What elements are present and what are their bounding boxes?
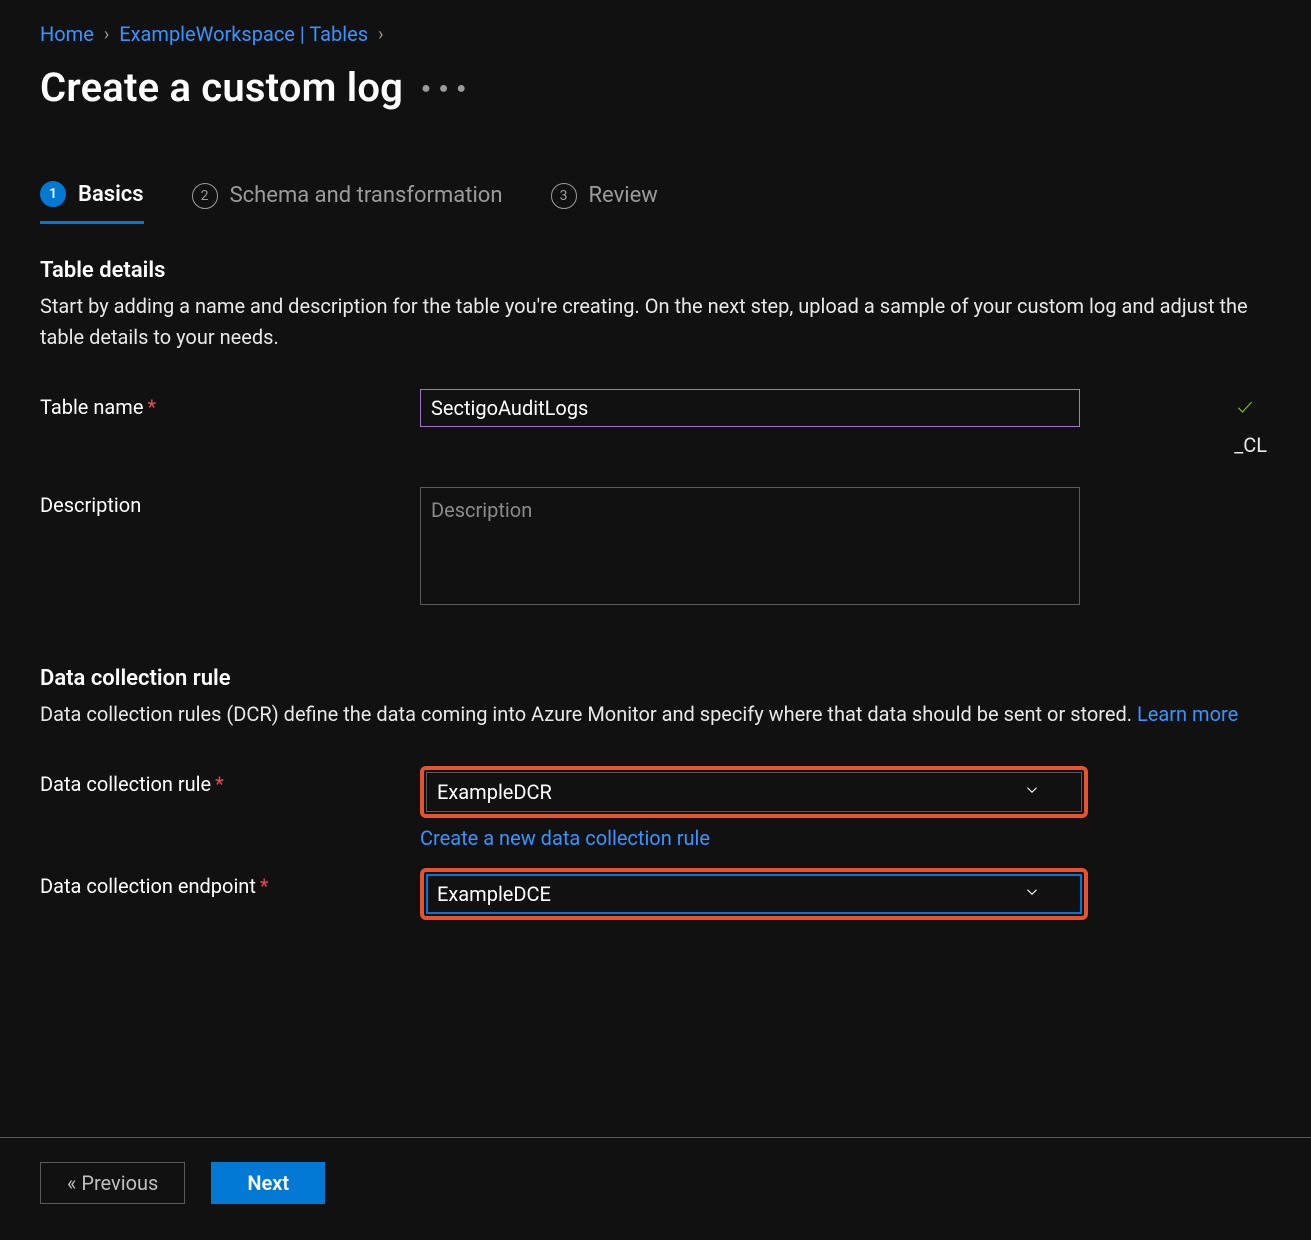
dce-select[interactable]: ExampleDCE — [426, 874, 1082, 914]
previous-button[interactable]: « Previous — [40, 1162, 185, 1204]
check-icon — [1235, 397, 1255, 422]
tab-review[interactable]: 3 Review — [551, 183, 658, 223]
breadcrumb-workspace[interactable]: ExampleWorkspace | Tables — [119, 22, 368, 46]
section-heading: Table details — [40, 258, 1271, 283]
tab-label: Schema and transformation — [230, 183, 503, 208]
section-heading: Data collection rule — [40, 666, 1271, 691]
tab-label: Basics — [78, 182, 144, 207]
highlight-box: ExampleDCE — [420, 868, 1088, 920]
label-dcr: Data collection rule* — [40, 766, 420, 796]
more-icon[interactable]: ● ● ● — [421, 78, 468, 98]
chevron-down-icon — [1023, 780, 1041, 804]
label-table-name: Table name* — [40, 389, 420, 419]
step-badge: 3 — [551, 183, 577, 209]
page-title: Create a custom log — [40, 64, 403, 111]
dcr-select[interactable]: ExampleDCR — [426, 772, 1082, 812]
step-badge: 2 — [192, 183, 218, 209]
required-asterisk: * — [147, 395, 156, 419]
section-description: Start by adding a name and description f… — [40, 291, 1271, 353]
label-description: Description — [40, 487, 420, 517]
table-name-suffix: _CL — [1234, 433, 1267, 457]
dce-select-value: ExampleDCE — [437, 882, 551, 906]
description-input[interactable] — [420, 487, 1080, 605]
section-data-collection-rule: Data collection rule Data collection rul… — [40, 666, 1271, 920]
create-new-dcr-link[interactable]: Create a new data collection rule — [420, 826, 710, 850]
section-table-details: Table details Start by adding a name and… — [40, 258, 1271, 610]
section-description: Data collection rules (DCR) define the d… — [40, 699, 1271, 730]
tab-schema[interactable]: 2 Schema and transformation — [192, 183, 503, 223]
wizard-tabs: 1 Basics 2 Schema and transformation 3 R… — [40, 181, 1271, 224]
chevron-right-icon: › — [104, 24, 109, 45]
dcr-select-value: ExampleDCR — [437, 780, 552, 804]
learn-more-link[interactable]: Learn more — [1137, 702, 1238, 726]
next-button[interactable]: Next — [211, 1162, 325, 1204]
required-asterisk: * — [215, 772, 224, 796]
table-name-input[interactable] — [420, 389, 1080, 427]
label-dce: Data collection endpoint* — [40, 868, 420, 898]
chevron-right-icon: › — [378, 24, 383, 45]
breadcrumb-home[interactable]: Home — [40, 22, 94, 46]
tab-label: Review — [589, 183, 658, 208]
highlight-box: ExampleDCR — [420, 766, 1088, 818]
step-badge: 1 — [40, 181, 66, 207]
chevron-down-icon — [1023, 882, 1041, 906]
required-asterisk: * — [260, 874, 269, 898]
wizard-footer: « Previous Next — [0, 1137, 1311, 1240]
tab-basics[interactable]: 1 Basics — [40, 181, 144, 224]
breadcrumb: Home › ExampleWorkspace | Tables › — [40, 22, 1271, 46]
